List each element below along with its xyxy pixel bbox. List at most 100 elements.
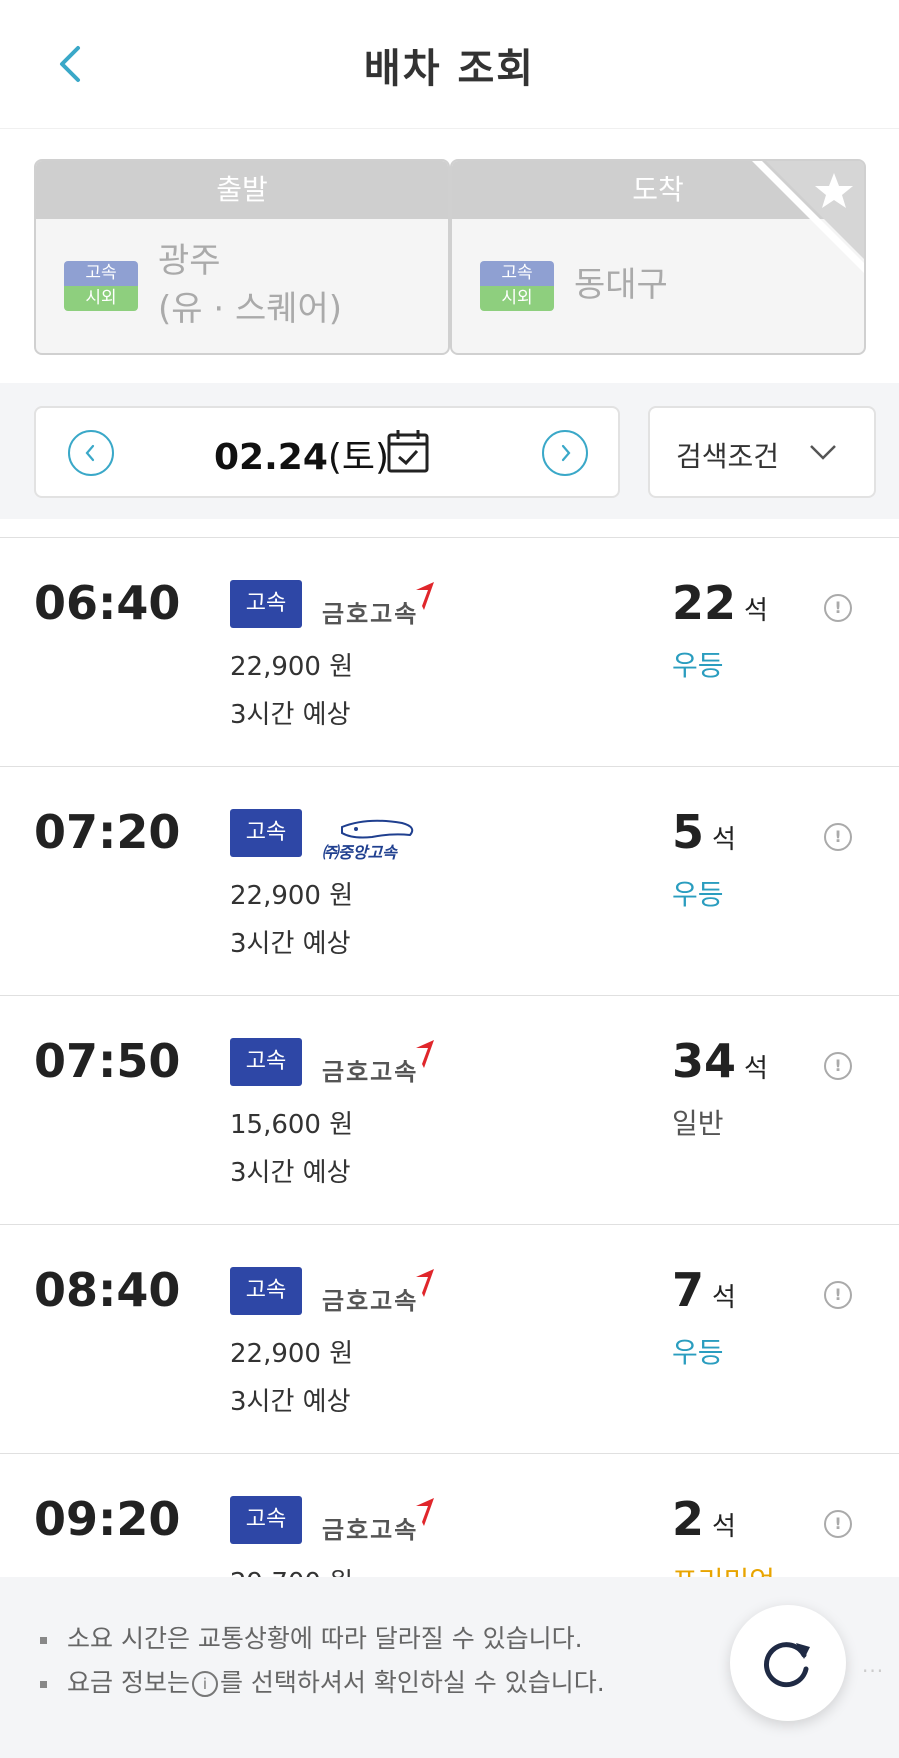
company-name: 금호고속 [322, 600, 419, 628]
seat-unit: 석 [744, 1054, 768, 1084]
remaining-seats: 2석 [672, 1492, 736, 1546]
next-date-button[interactable] [542, 430, 588, 476]
info-icon: i [191, 1671, 218, 1697]
calendar-check-icon [387, 430, 429, 473]
seat-count: 22 [672, 576, 737, 630]
remaining-seats: 22 석 [672, 576, 768, 630]
info-icon[interactable]: ! [824, 823, 852, 851]
arrival-terminal-name: 동대구 [574, 265, 668, 305]
info-icon[interactable]: ! [824, 594, 852, 622]
fare: 15,600 원 [230, 1110, 354, 1140]
duration: 3시간 예상 [230, 929, 351, 959]
departure-time: 07:50 [34, 1034, 181, 1088]
chevron-left-icon [85, 444, 95, 462]
info-icon[interactable]: ! [824, 1052, 852, 1080]
date-filter-bar: 02.24(토) 검색조건 [0, 383, 899, 519]
company-logo-mark [416, 1040, 434, 1068]
bus-type-badge: 고속 [230, 580, 302, 628]
date-value: 02.24 [214, 437, 328, 478]
departure-time: 09:20 [34, 1492, 181, 1546]
departure-name-line1: 광주 [158, 241, 221, 281]
terminal-type-badge: 고속 시외 [64, 261, 138, 311]
seat-unit: 석 [712, 825, 736, 855]
search-filter-label: 검색조건 [676, 440, 780, 473]
more-dots-icon: ··· [862, 1659, 885, 1683]
bus-type-badge: 고속 [230, 1267, 302, 1315]
seat-count: 34 [672, 1034, 737, 1088]
company-logo-mark [416, 582, 434, 610]
departure-name-line2: (유 · 스퀘어) [158, 289, 343, 329]
fare: 29,700 원 [230, 1562, 353, 1577]
refresh-icon [764, 1642, 810, 1688]
seat-count: 5 [672, 805, 705, 859]
remaining-seats: 34 석 [672, 1034, 768, 1088]
bus-grade: 우등 [672, 1336, 724, 1369]
fare: 22,900 원 [230, 652, 354, 682]
schedule-row[interactable]: 06:40 고속 금호고속 22,900 원 3시간 예상 22 석 우등 ! [0, 538, 899, 767]
bus-grade: 우등 [672, 649, 724, 682]
seat-unit: 석 [744, 596, 768, 626]
remaining-seats: 5석 [672, 805, 736, 859]
chevron-right-icon [561, 444, 571, 462]
fare: 22,900 원 [230, 881, 354, 911]
schedule-row[interactable]: 08:40 고속 금호고속 22,900 원 3시간 예상 7석 우등 ! [0, 1225, 899, 1454]
terminal-type-badge: 고속 시외 [480, 261, 554, 311]
prev-date-button[interactable] [68, 430, 114, 476]
company-logo-mark [416, 1498, 434, 1526]
seat-count: 7 [672, 1263, 705, 1317]
duration: 3시간 예상 [230, 700, 351, 730]
bus-grade: 우등 [672, 878, 724, 911]
departure-time: 08:40 [34, 1263, 181, 1317]
seat-unit: 석 [712, 1512, 736, 1542]
departure-terminal-name: 광주 (유 · 스퀘어) [158, 237, 342, 333]
schedule-row[interactable]: 09:20 고속 금호고속 29,700 원 3시간 예상 2석 프리미엄 ! [0, 1454, 899, 1577]
departure-selector[interactable]: 출발 고속 시외 광주 (유 · 스퀘어) [34, 159, 450, 355]
selected-date[interactable]: 02.24(토) [214, 428, 389, 480]
favorite-button[interactable] [752, 161, 864, 273]
badge-express: 고속 [480, 261, 554, 286]
badge-intercity: 시외 [480, 286, 554, 311]
chevron-down-icon [810, 445, 836, 460]
duration: 3시간 예상 [230, 1158, 351, 1188]
departure-label: 출발 [36, 161, 448, 219]
date-weekday: (토) [327, 437, 390, 478]
fare: 22,900 원 [230, 1339, 354, 1369]
arrival-selector[interactable]: 도착 고속 시외 동대구 [450, 159, 866, 355]
company-logo-mark [416, 1269, 434, 1297]
bus-type-badge: 고속 [230, 809, 302, 857]
company-name: ㈜중앙고속 [322, 843, 397, 862]
duration: 3시간 예상 [230, 1387, 351, 1417]
remaining-seats: 7석 [672, 1263, 736, 1317]
company-name: 금호고속 [322, 1287, 419, 1315]
schedule-row[interactable]: 07:50 고속 금호고속 15,600 원 3시간 예상 34 석 일반 ! [0, 996, 899, 1225]
route-section: 출발 고속 시외 광주 (유 · 스퀘어) 도착 고속 시외 동대구 [0, 128, 899, 383]
notice-text: 소요 시간은 교통상황에 따라 달라질 수 있습니다. [67, 1624, 583, 1653]
departure-time: 07:20 [34, 805, 181, 859]
bus-grade: 일반 [672, 1107, 724, 1140]
company-name: 금호고속 [322, 1516, 419, 1544]
notice-item: 요금 정보는 i 를 선택하셔서 확인하실 수 있습니다. [40, 1663, 605, 1699]
bus-type-badge: 고속 [230, 1496, 302, 1544]
info-icon[interactable]: ! [824, 1281, 852, 1309]
notice-panel: 소요 시간은 교통상황에 따라 달라질 수 있습니다. 요금 정보는 i 를 선택하… [0, 1577, 899, 1758]
badge-express: 고속 [64, 261, 138, 286]
search-filter-dropdown[interactable]: 검색조건 [648, 406, 876, 498]
company-name: 금호고속 [322, 1058, 419, 1086]
app-header: 배차 조회 [0, 0, 899, 128]
seat-unit: 석 [712, 1283, 736, 1313]
page-title: 배차 조회 [363, 46, 536, 92]
date-selector: 02.24(토) [34, 406, 620, 498]
company-logo: ㈜중앙고속 [322, 815, 432, 865]
refresh-button[interactable] [730, 1605, 846, 1721]
info-icon[interactable]: ! [824, 1510, 852, 1538]
bus-type-badge: 고속 [230, 1038, 302, 1086]
calendar-button[interactable] [386, 428, 430, 474]
badge-intercity: 시외 [64, 286, 138, 311]
notice-item: 소요 시간은 교통상황에 따라 달라질 수 있습니다. [40, 1619, 583, 1655]
schedule-row[interactable]: 07:20 고속 ㈜중앙고속 22,900 원 3시간 예상 5석 우등 ! [0, 767, 899, 996]
bus-grade: 프리미엄 [672, 1560, 775, 1577]
seat-count: 2 [672, 1492, 705, 1546]
notice-text: 요금 정보는 [67, 1668, 190, 1697]
departure-time: 06:40 [34, 576, 181, 630]
notice-text: 를 선택하셔서 확인하실 수 있습니다. [219, 1668, 605, 1697]
